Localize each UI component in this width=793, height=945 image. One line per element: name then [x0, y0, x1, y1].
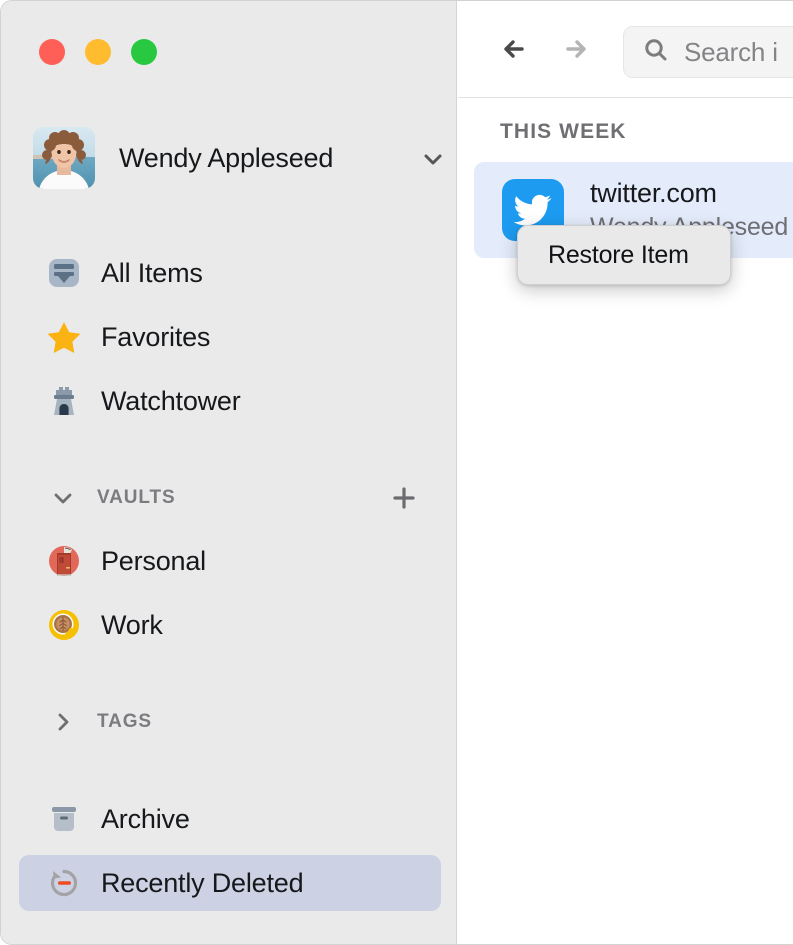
- sidebar-item-label: Personal: [101, 545, 206, 576]
- maximize-window-button[interactable]: [131, 39, 157, 65]
- window-traffic-lights: [39, 39, 157, 65]
- chevron-right-icon[interactable]: [45, 704, 81, 740]
- sidebar-item-recently-deleted[interactable]: Recently Deleted: [19, 855, 441, 911]
- vault-coffee-icon: [45, 606, 83, 644]
- sidebar-item-label: Archive: [101, 803, 190, 834]
- list-item-title: twitter.com: [590, 177, 717, 208]
- toolbar: Search i: [458, 1, 793, 98]
- sidebar-item-favorites[interactable]: Favorites: [19, 309, 441, 365]
- arrow-right-icon[interactable]: [553, 28, 595, 70]
- chevron-down-icon[interactable]: [419, 145, 447, 173]
- app-window: Wendy Appleseed All Items Favorites Watc…: [0, 0, 793, 945]
- sidebar-item-label: All Items: [101, 257, 203, 288]
- sidebar-item-work[interactable]: Work: [19, 597, 441, 653]
- sidebar-item-personal[interactable]: Personal: [19, 533, 441, 589]
- context-menu: Restore Item: [517, 225, 731, 285]
- sidebar-item-label: Watchtower: [101, 385, 241, 416]
- plus-icon[interactable]: [389, 483, 419, 513]
- chevron-down-icon[interactable]: [45, 480, 81, 516]
- archive-icon: [45, 800, 83, 838]
- sidebar-item-label: Recently Deleted: [101, 867, 304, 898]
- sidebar-section-tags[interactable]: TAGS: [19, 702, 441, 742]
- context-menu-item-restore-item[interactable]: Restore Item: [518, 241, 689, 270]
- search-icon: [642, 36, 670, 69]
- list-section-header: THIS WEEK: [500, 120, 627, 143]
- sidebar-item-watchtower[interactable]: Watchtower: [19, 373, 441, 429]
- arrow-left-icon[interactable]: [495, 28, 537, 70]
- sidebar-section-vaults[interactable]: VAULTS: [19, 478, 441, 518]
- star-icon: [45, 318, 83, 356]
- sidebar: Wendy Appleseed All Items Favorites Watc…: [1, 1, 457, 944]
- account-switcher[interactable]: Wendy Appleseed: [33, 123, 442, 193]
- sidebar-item-label: Work: [101, 609, 163, 640]
- avatar: [33, 127, 95, 189]
- all-items-icon: [45, 254, 83, 292]
- sidebar-item-archive[interactable]: Archive: [19, 791, 441, 847]
- sidebar-item-label: Favorites: [101, 321, 211, 352]
- recently-deleted-icon: [45, 864, 83, 902]
- close-window-button[interactable]: [39, 39, 65, 65]
- search-placeholder: Search i: [684, 36, 778, 67]
- minimize-window-button[interactable]: [85, 39, 111, 65]
- search-input[interactable]: Search i: [623, 26, 793, 78]
- account-name: Wendy Appleseed: [119, 142, 334, 173]
- sidebar-section-title: TAGS: [97, 711, 152, 732]
- vault-door-icon: [45, 542, 83, 580]
- sidebar-section-title: VAULTS: [97, 487, 176, 508]
- watchtower-icon: [45, 382, 83, 420]
- sidebar-item-all-items[interactable]: All Items: [19, 245, 441, 301]
